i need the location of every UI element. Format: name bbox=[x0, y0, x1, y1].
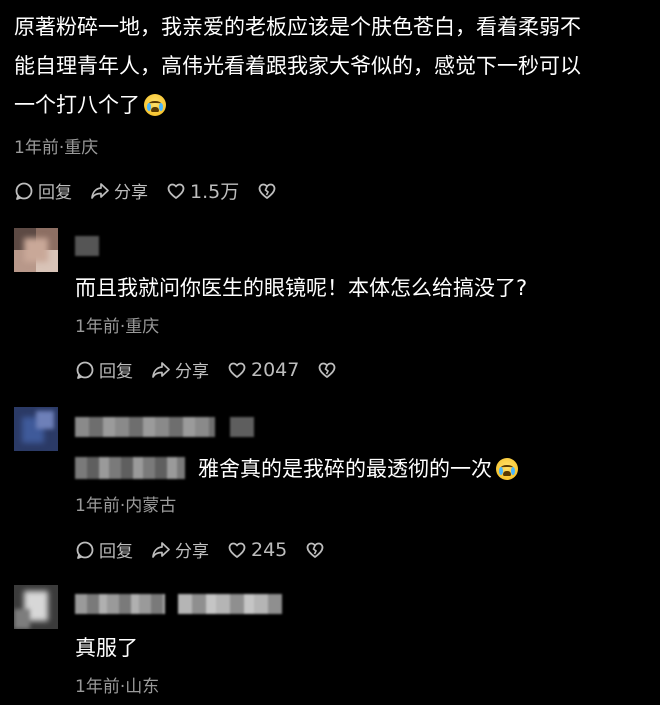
avatar[interactable] bbox=[14, 228, 58, 272]
share-arrow-icon bbox=[152, 541, 170, 558]
crying-face-emoji-icon bbox=[496, 458, 518, 480]
comment-line: 一个打八个了 bbox=[14, 93, 140, 117]
reply-meta: 1年前·内蒙古 bbox=[75, 496, 177, 516]
share-arrow-icon bbox=[91, 182, 109, 199]
reply-actions: 回复 分享 2047 bbox=[75, 357, 359, 382]
dislike-button[interactable] bbox=[257, 181, 281, 201]
avatar[interactable] bbox=[14, 585, 58, 629]
reply-label: 回复 bbox=[38, 183, 72, 203]
username-redacted[interactable] bbox=[75, 594, 165, 614]
reply-meta: 1年前·山东 bbox=[75, 677, 160, 697]
dislike-button[interactable] bbox=[305, 540, 329, 560]
heart-icon bbox=[228, 362, 246, 378]
comment-line: 能自理青年人，高伟光看着跟我家大爷似的，感觉下一秒可以 bbox=[14, 54, 581, 78]
dislike-button[interactable] bbox=[317, 360, 341, 380]
comment-line: 原著粉碎一地，我亲爱的老板应该是个肤色苍白，看着柔弱不 bbox=[14, 15, 581, 39]
like-count: 1.5万 bbox=[190, 181, 240, 203]
reply-button[interactable]: 回复 bbox=[75, 357, 133, 382]
share-arrow-icon bbox=[152, 361, 170, 378]
reply-actions: 回复 分享 245 bbox=[75, 537, 347, 562]
share-label: 分享 bbox=[114, 183, 148, 203]
broken-heart-icon bbox=[258, 183, 276, 199]
speech-bubble-icon bbox=[15, 182, 33, 200]
share-button[interactable]: 分享 bbox=[151, 357, 209, 382]
like-button[interactable]: 245 bbox=[227, 539, 287, 561]
like-button[interactable]: 1.5万 bbox=[166, 177, 239, 204]
reply-text: 真服了 bbox=[75, 636, 138, 660]
reply-button[interactable]: 回复 bbox=[75, 537, 133, 562]
speech-bubble-icon bbox=[76, 361, 94, 379]
reply-meta: 1年前·重庆 bbox=[75, 317, 160, 337]
share-label: 分享 bbox=[175, 542, 209, 562]
heart-icon bbox=[167, 183, 185, 199]
reply-text: 雅舍真的是我碎的最透彻的一次 bbox=[198, 453, 518, 483]
like-count: 245 bbox=[251, 538, 288, 561]
heart-icon bbox=[228, 542, 246, 558]
mention-redacted[interactable] bbox=[75, 457, 185, 479]
share-button[interactable]: 分享 bbox=[151, 537, 209, 562]
comment-actions: 回复 分享 1.5万 bbox=[14, 177, 299, 204]
username-redacted[interactable] bbox=[75, 236, 99, 256]
share-label: 分享 bbox=[175, 362, 209, 382]
broken-heart-icon bbox=[318, 362, 336, 378]
reply-label: 回复 bbox=[99, 362, 133, 382]
broken-heart-icon bbox=[306, 542, 324, 558]
comment-meta: 1年前·重庆 bbox=[14, 138, 99, 158]
reply-label: 回复 bbox=[99, 542, 133, 562]
reply-text: 而且我就问你医生的眼镜呢！本体怎么给搞没了? bbox=[75, 276, 528, 300]
speech-bubble-icon bbox=[76, 541, 94, 559]
user-badge-redacted bbox=[230, 417, 254, 437]
top-comment-text: 原著粉碎一地，我亲爱的老板应该是个肤色苍白，看着柔弱不 能自理青年人，高伟光看着… bbox=[14, 8, 660, 125]
username-redacted[interactable] bbox=[75, 417, 215, 437]
username-redacted[interactable] bbox=[178, 594, 282, 614]
share-button[interactable]: 分享 bbox=[90, 178, 148, 203]
reply-button[interactable]: 回复 bbox=[14, 178, 72, 203]
avatar[interactable] bbox=[14, 407, 58, 451]
comment-thread: 原著粉碎一地，我亲爱的老板应该是个肤色苍白，看着柔弱不 能自理青年人，高伟光看着… bbox=[0, 0, 660, 705]
crying-face-emoji-icon bbox=[144, 94, 166, 116]
like-button[interactable]: 2047 bbox=[227, 359, 299, 381]
like-count: 2047 bbox=[251, 358, 300, 381]
